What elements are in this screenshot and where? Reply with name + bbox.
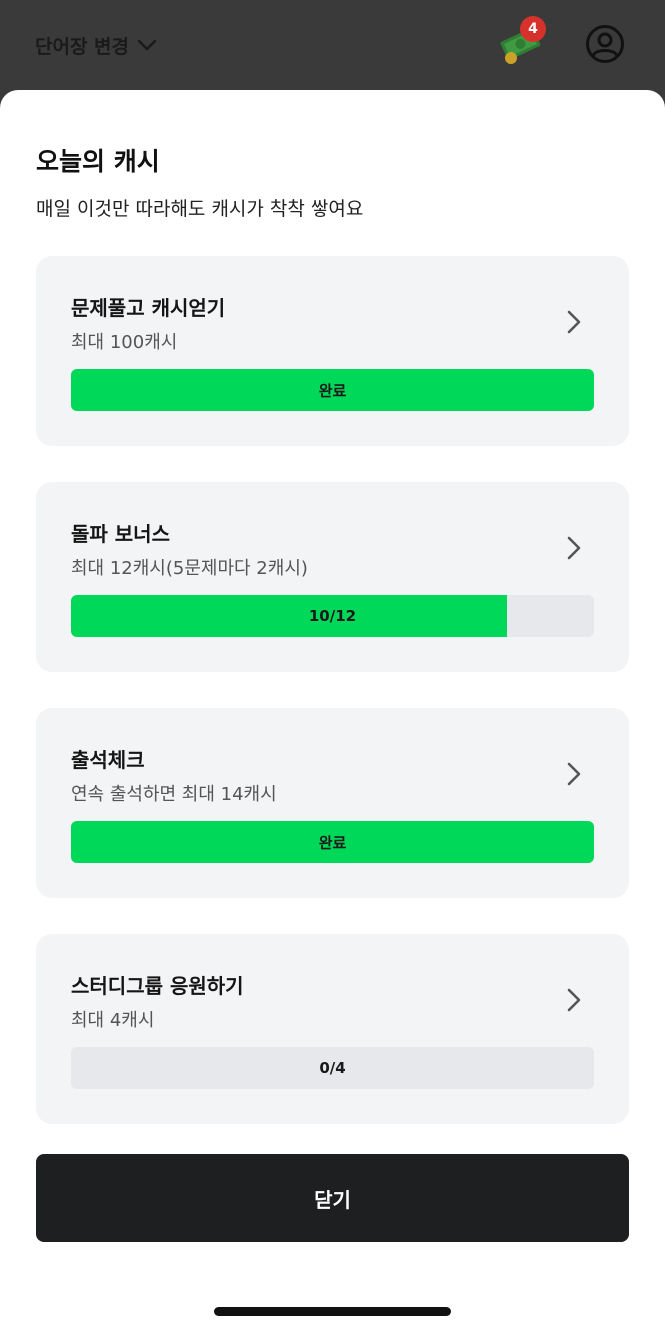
home-indicator xyxy=(214,1307,451,1316)
task-progress-bar: 0/4 xyxy=(71,1047,594,1089)
chevron-down-icon xyxy=(137,39,157,51)
progress-label: 완료 xyxy=(318,381,347,400)
task-description: 최대 12캐시(5문제마다 2캐시) xyxy=(71,558,308,579)
sheet-subtitle: 매일 이것만 따라해도 캐시가 착착 쌓여요 xyxy=(36,198,364,220)
task-progress-bar: 10/12 xyxy=(71,595,594,637)
task-description: 연속 출석하면 최대 14캐시 xyxy=(71,784,277,805)
task-card-solve-problems[interactable]: 문제풀고 캐시얻기 최대 100캐시 완료 xyxy=(36,256,629,446)
task-card-attendance-check[interactable]: 출석체크 연속 출석하면 최대 14캐시 완료 xyxy=(36,708,629,898)
chevron-right-icon xyxy=(567,988,581,1012)
cash-badge: 4 xyxy=(520,16,546,42)
task-description: 최대 4캐시 xyxy=(71,1010,155,1031)
task-title: 스터디그룹 응원하기 xyxy=(71,974,244,998)
sheet-title: 오늘의 캐시 xyxy=(36,147,160,176)
chevron-right-icon xyxy=(567,310,581,334)
task-title: 문제풀고 캐시얻기 xyxy=(71,296,226,320)
close-button[interactable]: 닫기 xyxy=(36,1154,629,1242)
task-progress-bar: 완료 xyxy=(71,369,594,411)
progress-label: 10/12 xyxy=(308,607,357,625)
task-title: 출석체크 xyxy=(71,748,145,772)
vocab-switch-button[interactable]: 단어장 변경 xyxy=(35,30,157,60)
task-progress-bar: 완료 xyxy=(71,821,594,863)
progress-label: 0/4 xyxy=(319,1059,346,1077)
task-card-breakthrough-bonus[interactable]: 돌파 보너스 최대 12캐시(5문제마다 2캐시) 10/12 xyxy=(36,482,629,672)
task-card-study-group-cheer[interactable]: 스터디그룹 응원하기 최대 4캐시 0/4 xyxy=(36,934,629,1124)
top-bar: 단어장 변경 4 xyxy=(0,0,665,90)
progress-label: 완료 xyxy=(318,833,347,852)
vocab-switch-label: 단어장 변경 xyxy=(35,35,130,58)
task-title: 돌파 보너스 xyxy=(71,522,170,546)
user-circle-icon[interactable] xyxy=(585,24,625,64)
chevron-right-icon xyxy=(567,762,581,786)
today-cash-sheet: 오늘의 캐시 매일 이것만 따라해도 캐시가 착착 쌓여요 문제풀고 캐시얻기 … xyxy=(0,90,665,1331)
task-description: 최대 100캐시 xyxy=(71,332,178,353)
chevron-right-icon xyxy=(567,536,581,560)
